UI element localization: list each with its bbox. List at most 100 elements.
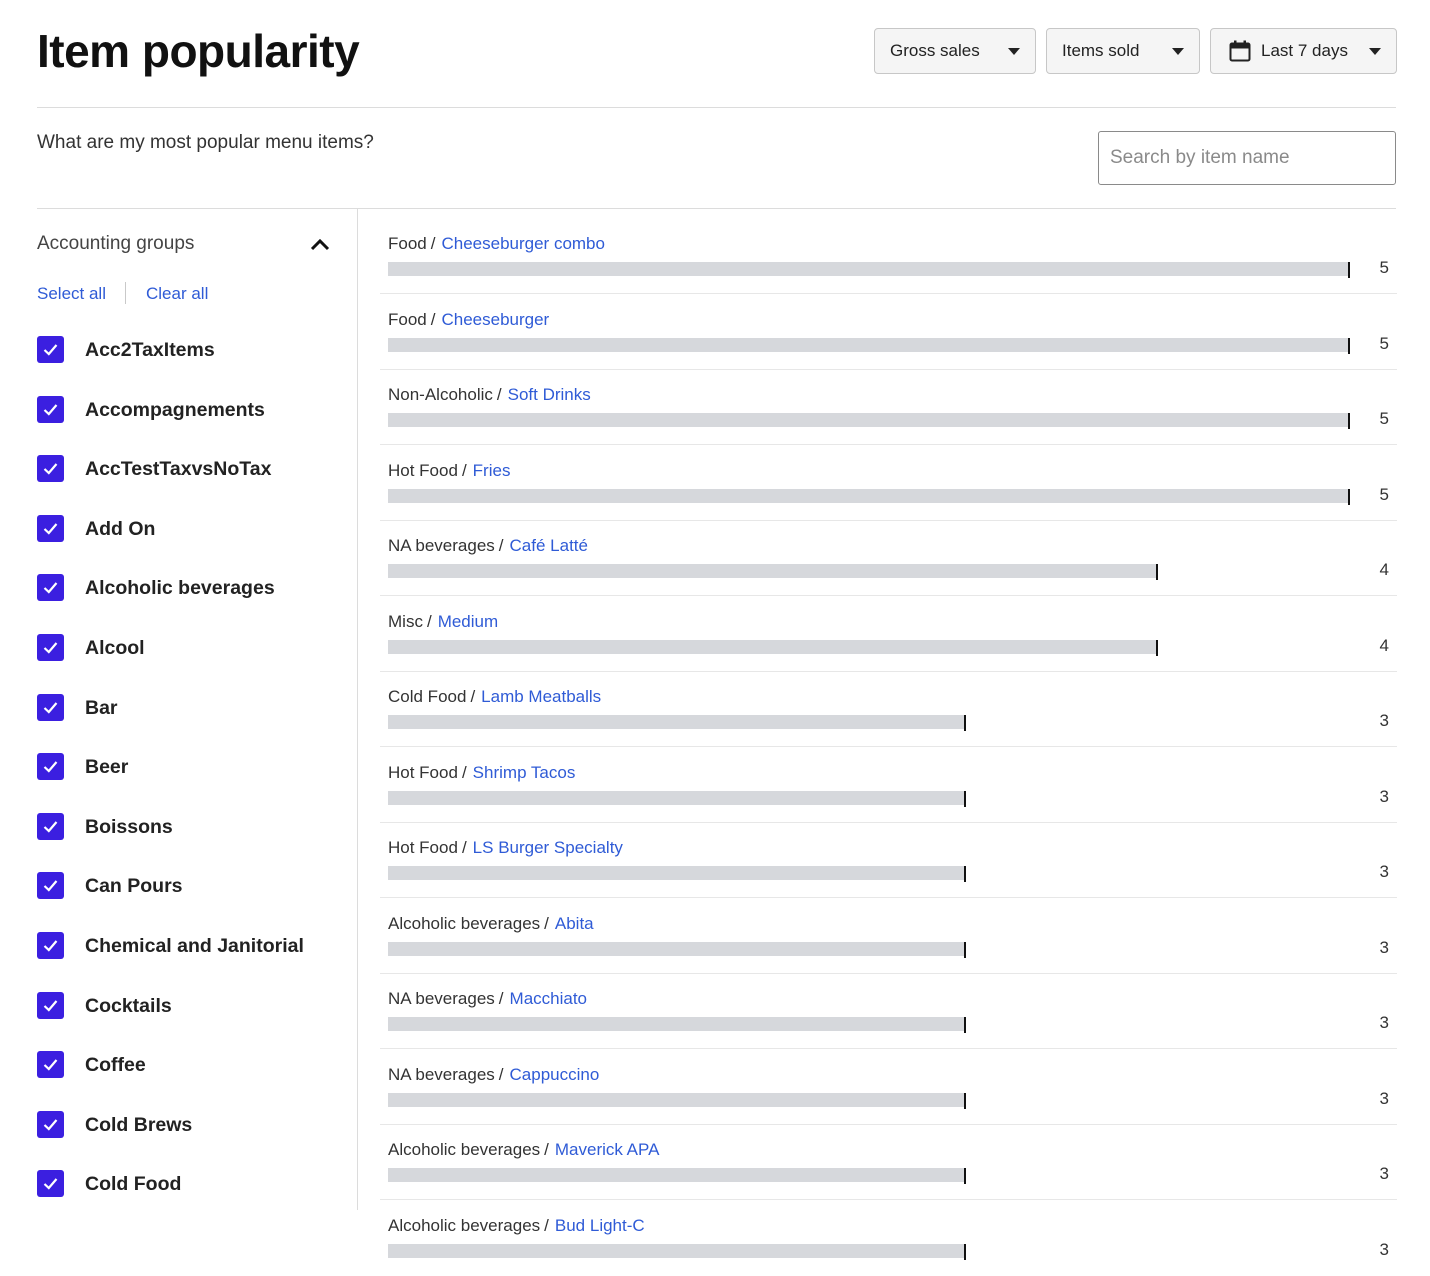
bar-fill	[388, 639, 1157, 654]
category-separator: /	[461, 762, 467, 782]
item-row: NA beverages / Cappuccino 3	[380, 1051, 1397, 1125]
bar-track	[388, 941, 1349, 958]
category-separator: /	[498, 989, 504, 1008]
item-name-link[interactable]: Maverick APA	[555, 1140, 660, 1159]
gross-sales-dropdown[interactable]: Gross sales	[874, 28, 1036, 74]
checkbox-checked[interactable]	[37, 1170, 64, 1198]
sidebar-title: Accounting groups	[37, 233, 195, 254]
checkbox-checked[interactable]	[37, 693, 64, 721]
item-name-link[interactable]: Fries	[473, 461, 511, 480]
bar-fill	[388, 790, 965, 805]
checkbox-checked[interactable]	[37, 1110, 64, 1138]
bar-end-marker	[964, 715, 966, 731]
accounting-group-item[interactable]: Chemical and Janitorial	[37, 931, 304, 992]
accounting-group-item[interactable]: Bar	[37, 693, 304, 754]
accounting-group-label: Can Pours	[85, 875, 183, 898]
select-all-link[interactable]: Select all	[37, 284, 106, 304]
item-name-link[interactable]: Bud Light-C	[555, 1216, 645, 1235]
item-name-link[interactable]: Cheeseburger combo	[441, 234, 604, 253]
item-value: 5	[1379, 333, 1389, 353]
item-category: Food	[388, 234, 427, 253]
search-input[interactable]	[1098, 131, 1396, 185]
item-value: 5	[1379, 409, 1389, 428]
bar-fill	[388, 488, 1349, 503]
bar-track	[388, 1243, 1349, 1260]
bar-end-marker	[1348, 413, 1350, 429]
checkbox-checked[interactable]	[37, 455, 64, 483]
category-separator: /	[498, 1064, 504, 1084]
checkbox-checked[interactable]	[37, 931, 64, 959]
item-label: NA beverages / Cappuccino	[388, 1065, 599, 1085]
checkbox-checked[interactable]	[37, 812, 64, 840]
clear-all-link[interactable]: Clear all	[146, 284, 208, 304]
accounting-group-item[interactable]: Acc2TaxItems	[37, 336, 304, 396]
item-row: Food / Cheeseburger 5	[380, 296, 1397, 370]
accounting-group-item[interactable]: Cocktails	[37, 991, 304, 1052]
accounting-group-item[interactable]: Alcoholic beverages	[37, 574, 304, 634]
caret-down-icon	[1369, 47, 1381, 55]
item-value: 5	[1379, 484, 1389, 504]
check-icon	[43, 761, 58, 773]
checkbox-checked[interactable]	[37, 336, 64, 363]
checkbox-checked[interactable]	[37, 633, 64, 661]
item-category: NA beverages	[388, 989, 495, 1008]
check-icon	[43, 523, 58, 535]
item-category: Hot Food	[388, 838, 458, 857]
item-name-link[interactable]: Cheeseburger	[441, 310, 549, 329]
category-separator: /	[498, 536, 504, 555]
category-separator: /	[430, 234, 436, 253]
check-icon	[43, 940, 58, 952]
checkbox-checked[interactable]	[37, 872, 64, 900]
item-value: 5	[1379, 258, 1389, 277]
date-range-dropdown[interactable]: Last 7 days	[1210, 28, 1397, 74]
item-row: Alcoholic beverages / Abita 3	[380, 900, 1397, 974]
accounting-group-item[interactable]: AccTestTaxvsNoTax	[37, 455, 304, 515]
item-name-link[interactable]: Soft Drinks	[508, 385, 591, 404]
accounting-group-label: Add On	[85, 517, 156, 540]
check-icon	[43, 999, 58, 1012]
item-name-link[interactable]: Abita	[555, 914, 594, 933]
accounting-group-label: Beer	[85, 756, 129, 779]
item-name-link[interactable]: Shrimp Tacos	[473, 763, 576, 782]
bar-fill	[388, 866, 965, 880]
accounting-group-item[interactable]: Can Pours	[37, 872, 304, 932]
item-category: Food	[388, 309, 427, 329]
item-name-link[interactable]: Macchiato	[510, 989, 587, 1008]
items-sold-dropdown[interactable]: Items sold	[1046, 28, 1200, 74]
bar-fill	[388, 337, 1349, 352]
accounting-groups-list: Acc2TaxItems Accompagnements AccTestTaxvsN…	[37, 336, 304, 1230]
chevron-up-icon[interactable]	[308, 234, 332, 254]
caret-down-icon	[1008, 47, 1020, 55]
page-title: Item popularity	[37, 25, 360, 77]
accounting-group-item[interactable]: Cold Brews	[37, 1110, 304, 1171]
item-name-link[interactable]: LS Burger Specialty	[473, 838, 623, 857]
check-icon	[43, 403, 58, 416]
category-separator: /	[496, 385, 502, 404]
category-separator: /	[461, 460, 467, 480]
item-name-link[interactable]: Café Latté	[510, 536, 588, 555]
checkbox-checked[interactable]	[37, 1051, 64, 1079]
accounting-group-item[interactable]: Beer	[37, 753, 304, 813]
checkbox-checked[interactable]	[37, 395, 64, 423]
checkbox-checked[interactable]	[37, 991, 64, 1019]
item-label: Non-Alcoholic / Soft Drinks	[388, 385, 591, 405]
accounting-group-item[interactable]: Add On	[37, 514, 304, 575]
checkbox-checked[interactable]	[37, 514, 64, 542]
checkbox-checked[interactable]	[37, 753, 64, 781]
bar-fill	[388, 1243, 965, 1258]
item-name-link[interactable]: Lamb Meatballs	[481, 687, 601, 706]
accounting-group-item[interactable]: Alcool	[37, 633, 304, 694]
item-row: Misc / Medium 4	[380, 598, 1397, 672]
bar-track	[388, 337, 1350, 354]
item-name-link[interactable]: Medium	[438, 612, 498, 631]
accounting-group-item[interactable]: Accompagnements	[37, 395, 304, 456]
accounting-group-label: Alcool	[85, 636, 145, 659]
checkbox-checked[interactable]	[37, 574, 64, 602]
accounting-group-item[interactable]: Coffee	[37, 1051, 304, 1111]
item-row: Hot Food / Shrimp Tacos 3	[380, 749, 1397, 823]
category-separator: /	[426, 611, 432, 631]
item-value: 4	[1379, 635, 1389, 655]
item-name-link[interactable]: Cappuccino	[510, 1065, 600, 1084]
accounting-group-item[interactable]: Cold Food	[37, 1170, 304, 1230]
accounting-group-item[interactable]: Boissons	[37, 812, 304, 873]
